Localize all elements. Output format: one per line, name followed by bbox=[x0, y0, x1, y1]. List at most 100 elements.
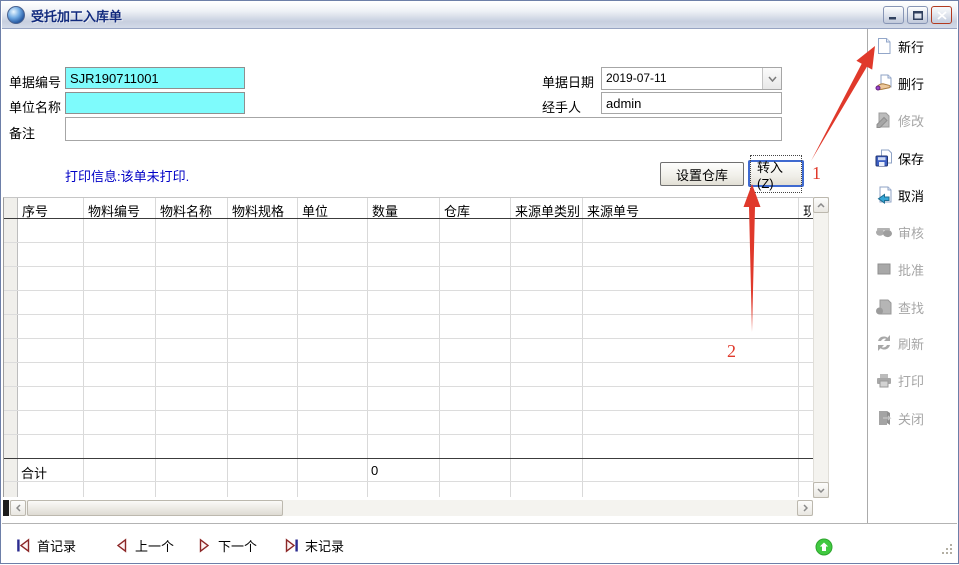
close-icon bbox=[937, 11, 947, 20]
toolbar-find: 查找 bbox=[875, 295, 957, 319]
app-window: 受托加工入库单 单据编号 单位名称 备注 单据日期 2019-07-11 经手人… bbox=[0, 0, 959, 564]
audit-icon bbox=[875, 223, 893, 241]
col-warehouse: 仓库 bbox=[440, 198, 511, 218]
grid-row[interactable] bbox=[4, 435, 813, 459]
toolbar-new-row[interactable]: 新行 bbox=[875, 34, 957, 58]
col-material-no: 物料编号 bbox=[84, 198, 156, 218]
window-title: 受托加工入库单 bbox=[31, 6, 880, 25]
col-partial: 现 bbox=[799, 198, 814, 218]
col-unit: 单位 bbox=[298, 198, 368, 218]
nav-last-button[interactable]: 末记录 bbox=[284, 536, 344, 555]
col-source-no: 来源单号 bbox=[583, 198, 799, 218]
nav-first-button[interactable]: 首记录 bbox=[16, 536, 76, 555]
col-material-spec: 物料规格 bbox=[228, 198, 298, 218]
find-icon bbox=[875, 298, 893, 316]
toolbar-cancel[interactable]: 取消 bbox=[875, 183, 957, 207]
grid-row[interactable] bbox=[4, 267, 813, 291]
grid-splitter[interactable] bbox=[3, 500, 9, 516]
app-icon bbox=[7, 6, 25, 24]
print-info-text: 打印信息:该单未打印. bbox=[65, 166, 189, 185]
grid-row[interactable] bbox=[4, 243, 813, 267]
grid-row[interactable] bbox=[4, 411, 813, 435]
arrow-left-icon bbox=[16, 504, 21, 512]
scroll-right-button[interactable] bbox=[797, 500, 813, 516]
close-doc-icon bbox=[875, 409, 893, 427]
refresh-icon bbox=[875, 334, 893, 352]
toolbar-print: 打印 bbox=[875, 368, 957, 392]
modify-icon bbox=[875, 111, 893, 129]
status-green-icon bbox=[815, 538, 833, 556]
chevron-down-icon bbox=[768, 76, 777, 82]
grid-row[interactable] bbox=[4, 315, 813, 339]
scroll-down-button[interactable] bbox=[813, 482, 829, 498]
items-grid: 序号 物料编号 物料名称 物料规格 单位 数量 仓库 来源单类别 来源单号 现 bbox=[3, 197, 813, 497]
grid-row[interactable] bbox=[4, 291, 813, 315]
handler-label: 经手人 bbox=[542, 97, 581, 116]
last-record-icon bbox=[284, 538, 299, 553]
total-label: 合计 bbox=[18, 459, 84, 481]
col-quantity: 数量 bbox=[368, 198, 440, 218]
col-source-type: 来源单类别 bbox=[511, 198, 583, 218]
titlebar: 受托加工入库单 bbox=[2, 2, 957, 29]
toolbar-close: 关闭 bbox=[875, 406, 957, 430]
nav-prev-button[interactable]: 上一个 bbox=[114, 536, 174, 555]
horizontal-scrollbar[interactable] bbox=[3, 500, 813, 516]
toolbar-modify: 修改 bbox=[875, 108, 957, 132]
col-material-name: 物料名称 bbox=[156, 198, 228, 218]
doc-date-label: 单据日期 bbox=[542, 72, 594, 91]
vertical-scrollbar[interactable] bbox=[813, 197, 829, 498]
doc-no-input[interactable] bbox=[65, 67, 245, 89]
record-navbar: 首记录 上一个 下一个 末记录 bbox=[2, 523, 957, 562]
grid-row[interactable] bbox=[4, 387, 813, 411]
grid-row[interactable] bbox=[4, 219, 813, 243]
maximize-icon bbox=[913, 11, 923, 20]
maximize-button[interactable] bbox=[907, 6, 928, 24]
hscroll-thumb[interactable] bbox=[27, 500, 283, 516]
grid-row[interactable] bbox=[4, 339, 813, 363]
close-button[interactable] bbox=[931, 6, 952, 24]
set-warehouse-button[interactable]: 设置仓库 bbox=[660, 162, 744, 186]
arrow-up-icon bbox=[817, 203, 825, 208]
next-record-icon bbox=[197, 538, 212, 553]
resize-grip[interactable] bbox=[942, 544, 953, 558]
toolbar-audit: 审核 bbox=[875, 220, 957, 244]
prev-record-icon bbox=[114, 538, 129, 553]
toolbar-refresh: 刷新 bbox=[875, 331, 957, 355]
unit-name-input[interactable] bbox=[65, 92, 245, 114]
approve-icon bbox=[875, 260, 893, 278]
unit-name-label: 单位名称 bbox=[9, 97, 61, 116]
doc-date-value: 2019-07-11 bbox=[602, 68, 762, 89]
col-seq: 序号 bbox=[18, 198, 84, 218]
minimize-button[interactable] bbox=[883, 6, 904, 24]
nav-next-button[interactable]: 下一个 bbox=[197, 536, 257, 555]
first-record-icon bbox=[16, 538, 31, 553]
delete-row-icon bbox=[875, 74, 893, 92]
grid-header: 序号 物料编号 物料名称 物料规格 单位 数量 仓库 来源单类别 来源单号 现 bbox=[4, 198, 813, 219]
cancel-icon bbox=[875, 186, 893, 204]
doc-date-dropdown-button[interactable] bbox=[762, 68, 781, 89]
new-row-icon bbox=[875, 37, 893, 55]
doc-no-label: 单据编号 bbox=[9, 72, 61, 91]
doc-date-combo[interactable]: 2019-07-11 bbox=[601, 67, 782, 90]
scroll-left-button[interactable] bbox=[10, 500, 26, 516]
remark-input[interactable] bbox=[65, 117, 782, 141]
arrow-down-icon bbox=[817, 488, 825, 493]
scroll-up-button[interactable] bbox=[813, 197, 829, 213]
save-icon bbox=[875, 149, 893, 167]
grid-row[interactable] bbox=[4, 363, 813, 387]
toolbar-approve: 批准 bbox=[875, 257, 957, 281]
toolbar-save[interactable]: 保存 bbox=[875, 146, 957, 170]
minimize-icon bbox=[889, 11, 899, 20]
remark-label: 备注 bbox=[9, 123, 35, 142]
row-header-corner bbox=[4, 198, 18, 218]
total-row: 合计 0 bbox=[4, 458, 813, 482]
print-icon bbox=[875, 371, 893, 389]
toolbar-delete-row[interactable]: 删行 bbox=[875, 71, 957, 95]
total-quantity: 0 bbox=[368, 459, 440, 481]
transfer-in-button[interactable]: 转入(Z) bbox=[748, 160, 804, 187]
partial-row bbox=[4, 482, 813, 497]
annotation-arrow-1 bbox=[811, 46, 875, 161]
annotation-label-1: 1 bbox=[812, 163, 821, 184]
arrow-right-icon bbox=[803, 504, 808, 512]
handler-input[interactable] bbox=[601, 92, 782, 114]
